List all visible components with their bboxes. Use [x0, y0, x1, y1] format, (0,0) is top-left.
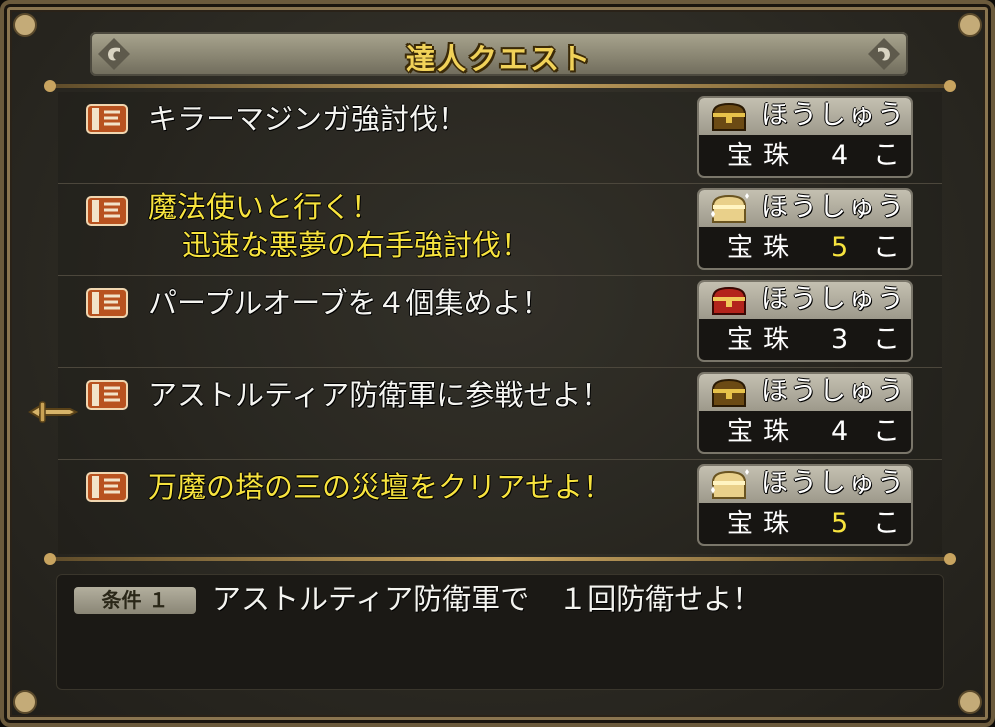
- reward-unit: こ: [873, 140, 900, 171]
- quest-row[interactable]: アストルティア防衛軍に参戦せよ！ ほうしゅう 宝珠 4 こ: [58, 368, 942, 460]
- reward-item: 宝珠: [727, 509, 800, 539]
- quest-row[interactable]: キラーマジンガ強討伐！ ほうしゅう 宝珠 4 こ: [58, 92, 942, 184]
- quest-title: アストルティア防衛軍に参戦せよ！: [148, 378, 611, 412]
- reward-unit: こ: [873, 232, 900, 263]
- reward-unit: こ: [873, 324, 900, 355]
- corner-ornament-icon: [13, 690, 37, 714]
- reward-box: ほうしゅう 宝珠 4 こ: [697, 96, 913, 178]
- reward-box: ほうしゅう 宝珠 3 こ: [697, 280, 913, 362]
- reward-count: 4: [831, 416, 849, 447]
- quest-title: 万魔の塔の三の災壇をクリアせよ！: [148, 470, 613, 504]
- selection-cursor-icon: [28, 401, 78, 423]
- condition-badge: 条件 １: [74, 587, 196, 614]
- reward-unit: こ: [873, 508, 900, 539]
- reward-label: ほうしゅう: [761, 192, 906, 223]
- reward-label: ほうしゅう: [761, 376, 906, 407]
- quest-title: 魔法使いと行く！ 迅速な悪夢の右手強討伐！: [148, 190, 531, 262]
- scroll-ornament-icon: [868, 38, 900, 70]
- gold-chest-icon: [711, 102, 747, 131]
- quest-book-icon: [86, 196, 128, 226]
- condition-text: アストルティア防衛軍で １回防衛せよ！: [212, 582, 762, 616]
- quest-book-icon: [86, 288, 128, 318]
- quest-row[interactable]: 万魔の塔の三の災壇をクリアせよ！ ほうしゅう 宝珠 5 こ: [58, 460, 942, 552]
- reward-item: 宝珠: [727, 141, 800, 171]
- gold-chest-icon: [711, 378, 747, 407]
- quest-row[interactable]: 魔法使いと行く！ 迅速な悪夢の右手強討伐！ ほうしゅう 宝珠 5 こ: [58, 184, 942, 276]
- reward-label: ほうしゅう: [761, 468, 906, 499]
- corner-ornament-icon: [13, 13, 37, 37]
- reward-label: ほうしゅう: [761, 100, 906, 131]
- quest-window: 達人クエスト キラーマジンガ強討伐！ ほうしゅう 宝珠 4 こ 魔法使いと行く！…: [0, 0, 995, 727]
- quest-row[interactable]: パープルオーブを４個集めよ！ ほうしゅう 宝珠 3 こ: [58, 276, 942, 368]
- reward-item: 宝珠: [727, 417, 800, 447]
- reward-item: 宝珠: [727, 325, 800, 355]
- quest-title: パープルオーブを４個集めよ！: [148, 286, 551, 320]
- quest-book-icon: [86, 380, 128, 410]
- reward-label: ほうしゅう: [761, 284, 906, 315]
- quest-list: キラーマジンガ強討伐！ ほうしゅう 宝珠 4 こ 魔法使いと行く！ 迅速な悪夢の…: [58, 92, 942, 554]
- reward-count: 3: [831, 324, 849, 355]
- reward-box: ほうしゅう 宝珠 5 こ: [697, 464, 913, 546]
- reward-count: 4: [831, 140, 849, 171]
- red-chest-icon: [711, 286, 747, 315]
- window-title: 達人クエスト: [405, 42, 592, 76]
- divider: [44, 80, 956, 92]
- sparkle-chest-icon: [711, 469, 749, 499]
- corner-ornament-icon: [958, 690, 982, 714]
- reward-item: 宝珠: [727, 233, 800, 263]
- quest-title: キラーマジンガ強討伐！: [148, 102, 468, 136]
- title-bar: 達人クエスト: [90, 32, 908, 76]
- reward-count: 5: [831, 232, 849, 263]
- corner-ornament-icon: [958, 13, 982, 37]
- quest-book-icon: [86, 104, 128, 134]
- sparkle-chest-icon: [711, 193, 749, 223]
- quest-book-icon: [86, 472, 128, 502]
- divider: [44, 553, 956, 565]
- reward-unit: こ: [873, 416, 900, 447]
- reward-box: ほうしゅう 宝珠 4 こ: [697, 372, 913, 454]
- reward-count: 5: [831, 508, 849, 539]
- reward-box: ほうしゅう 宝珠 5 こ: [697, 188, 913, 270]
- condition-panel: 条件 １ アストルティア防衛軍で １回防衛せよ！: [56, 574, 944, 690]
